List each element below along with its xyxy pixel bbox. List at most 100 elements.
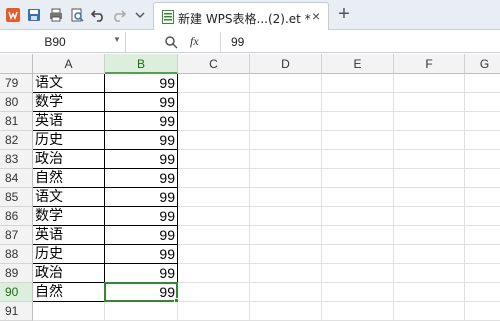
cell-c82[interactable] xyxy=(178,131,250,150)
tab-document[interactable]: 新建 WPS表格...(2).et * × xyxy=(153,2,329,30)
cell-f87[interactable] xyxy=(394,226,465,245)
cell-f79[interactable] xyxy=(394,74,465,93)
cell-b84[interactable]: 99 xyxy=(105,169,178,188)
cell-d84[interactable] xyxy=(250,169,322,188)
print-preview-icon[interactable] xyxy=(68,5,86,25)
cell-e79[interactable] xyxy=(322,74,394,93)
cell-b79[interactable]: 99 xyxy=(105,74,178,93)
cell-e84[interactable] xyxy=(322,169,394,188)
cell-b88[interactable]: 99 xyxy=(105,245,178,264)
cell-b87[interactable]: 99 xyxy=(105,226,178,245)
cell-e88[interactable] xyxy=(322,245,394,264)
row-header-91[interactable]: 91 xyxy=(0,302,33,321)
row-header-90[interactable]: 90 xyxy=(0,283,33,302)
cell-c80[interactable] xyxy=(178,93,250,112)
row-header-89[interactable]: 89 xyxy=(0,264,33,283)
column-header-a[interactable]: A xyxy=(33,54,105,74)
cell-d81[interactable] xyxy=(250,112,322,131)
cell-d90[interactable] xyxy=(250,283,322,302)
row-header-79[interactable]: 79 xyxy=(0,74,33,93)
cell-f91[interactable] xyxy=(394,302,465,321)
dropdown-icon[interactable] xyxy=(131,5,149,25)
column-header-c[interactable]: C xyxy=(178,54,250,74)
cell-d88[interactable] xyxy=(250,245,322,264)
cell-g81[interactable] xyxy=(465,112,500,131)
cell-f84[interactable] xyxy=(394,169,465,188)
cell-g79[interactable] xyxy=(465,74,500,93)
cell-g84[interactable] xyxy=(465,169,500,188)
cell-a79[interactable]: 语文 xyxy=(33,74,105,93)
cell-c84[interactable] xyxy=(178,169,250,188)
cell-d80[interactable] xyxy=(250,93,322,112)
row-header-87[interactable]: 87 xyxy=(0,226,33,245)
cell-f80[interactable] xyxy=(394,93,465,112)
select-all-corner[interactable] xyxy=(0,54,33,74)
cell-e80[interactable] xyxy=(322,93,394,112)
cell-c86[interactable] xyxy=(178,207,250,226)
cell-d82[interactable] xyxy=(250,131,322,150)
row-header-81[interactable]: 81 xyxy=(0,112,33,131)
cell-b85[interactable]: 99 xyxy=(105,188,178,207)
cell-e85[interactable] xyxy=(322,188,394,207)
column-header-e[interactable]: E xyxy=(322,54,394,74)
cell-f85[interactable] xyxy=(394,188,465,207)
row-header-85[interactable]: 85 xyxy=(0,188,33,207)
cell-g88[interactable] xyxy=(465,245,500,264)
save-icon[interactable] xyxy=(25,5,43,25)
cell-d83[interactable] xyxy=(250,150,322,169)
cell-b89[interactable]: 99 xyxy=(105,264,178,283)
cell-d86[interactable] xyxy=(250,207,322,226)
cell-e82[interactable] xyxy=(322,131,394,150)
row-header-83[interactable]: 83 xyxy=(0,150,33,169)
cell-f89[interactable] xyxy=(394,264,465,283)
cell-f81[interactable] xyxy=(394,112,465,131)
cell-a88[interactable]: 历史 xyxy=(33,245,105,264)
cell-b81[interactable]: 99 xyxy=(105,112,178,131)
cell-a81[interactable]: 英语 xyxy=(33,112,105,131)
print-icon[interactable] xyxy=(47,5,65,25)
cell-b86[interactable]: 99 xyxy=(105,207,178,226)
cell-g86[interactable] xyxy=(465,207,500,226)
cell-f82[interactable] xyxy=(394,131,465,150)
cell-c85[interactable] xyxy=(178,188,250,207)
cell-b91[interactable] xyxy=(105,302,178,321)
cell-c83[interactable] xyxy=(178,150,250,169)
cell-c79[interactable] xyxy=(178,74,250,93)
column-header-b[interactable]: B xyxy=(105,54,178,74)
cell-a84[interactable]: 自然 xyxy=(33,169,105,188)
row-header-84[interactable]: 84 xyxy=(0,169,33,188)
cell-g80[interactable] xyxy=(465,93,500,112)
redo-icon[interactable] xyxy=(110,5,128,25)
cell-f90[interactable] xyxy=(394,283,465,302)
cell-g83[interactable] xyxy=(465,150,500,169)
cell-b82[interactable]: 99 xyxy=(105,131,178,150)
new-tab-button[interactable]: + xyxy=(335,4,353,25)
cell-a90[interactable]: 自然 xyxy=(33,283,105,302)
row-header-86[interactable]: 86 xyxy=(0,207,33,226)
cell-f83[interactable] xyxy=(394,150,465,169)
cell-c91[interactable] xyxy=(178,302,250,321)
cell-g85[interactable] xyxy=(465,188,500,207)
cell-d85[interactable] xyxy=(250,188,322,207)
cell-a83[interactable]: 政治 xyxy=(33,150,105,169)
cell-g90[interactable] xyxy=(465,283,500,302)
cell-b83[interactable]: 99 xyxy=(105,150,178,169)
cell-f88[interactable] xyxy=(394,245,465,264)
cell-g91[interactable] xyxy=(465,302,500,321)
cell-g89[interactable] xyxy=(465,264,500,283)
cell-a87[interactable]: 英语 xyxy=(33,226,105,245)
cell-e86[interactable] xyxy=(322,207,394,226)
cell-c89[interactable] xyxy=(178,264,250,283)
cell-g82[interactable] xyxy=(465,131,500,150)
cell-g87[interactable] xyxy=(465,226,500,245)
column-header-f[interactable]: F xyxy=(394,54,465,74)
row-header-80[interactable]: 80 xyxy=(0,93,33,112)
cell-e91[interactable] xyxy=(322,302,394,321)
cell-e87[interactable] xyxy=(322,226,394,245)
cell-e89[interactable] xyxy=(322,264,394,283)
formula-input[interactable]: 99 xyxy=(220,32,500,52)
zoom-formula-icon[interactable] xyxy=(162,33,180,51)
insert-function-button[interactable]: fx xyxy=(190,34,199,49)
cell-a85[interactable]: 语文 xyxy=(33,188,105,207)
cell-e83[interactable] xyxy=(322,150,394,169)
